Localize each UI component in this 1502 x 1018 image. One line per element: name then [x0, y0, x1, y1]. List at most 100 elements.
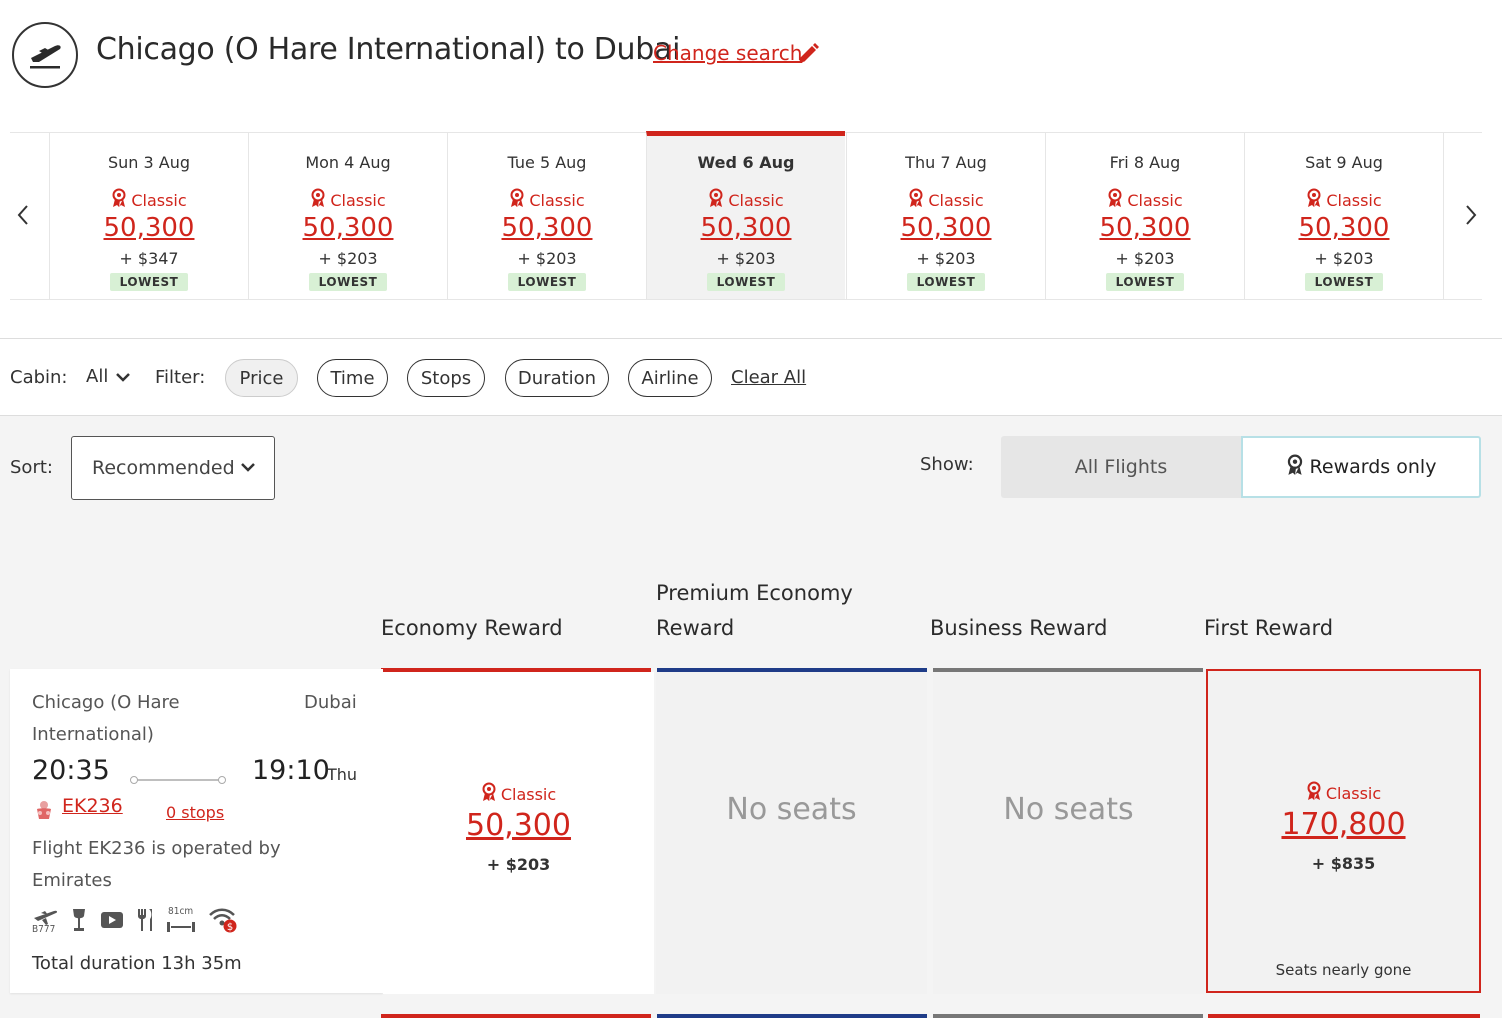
total-duration: Total duration 13h 35m [32, 953, 242, 974]
first-reward-header: First Reward [1204, 616, 1334, 640]
next-row-first-bar [1208, 1014, 1480, 1018]
first-points-price[interactable]: 170,800 [1208, 807, 1479, 842]
arrival-time: 19:10 [252, 755, 330, 786]
flight-timeline [130, 770, 226, 784]
dining-icon [136, 907, 154, 937]
date-strip-divider [1443, 133, 1444, 299]
date-label: Sat 9 Aug [1305, 153, 1383, 172]
arrival-day: Thu [327, 765, 358, 784]
economy-points-price[interactable]: 50,300 [383, 808, 654, 843]
date-option-fri-8-aug[interactable]: Fri 8 Aug Classic 50,300 + $203 LOWEST [1045, 133, 1244, 299]
lowest-badge: LOWEST [906, 273, 986, 291]
classic-award-label: Classic [1046, 188, 1244, 212]
results-area: Sort: Recommended Show: All Flights Rewa… [0, 416, 1502, 1018]
stops-link[interactable]: 0 stops [166, 803, 224, 822]
wine-glass-icon [70, 907, 88, 937]
clear-all-link[interactable]: Clear All [731, 367, 806, 388]
filter-bar: Cabin: All Filter: Price Time Stops Dura… [0, 338, 1502, 416]
cabin-value: All [86, 366, 109, 387]
classic-award-label: Classic [249, 188, 447, 212]
tax-amount: + $203 [1115, 249, 1175, 268]
seat-pitch-81cm-icon: 81cm [166, 906, 196, 936]
departing-plane-icon [12, 22, 78, 88]
chevron-left-icon [17, 205, 28, 225]
paid-wifi-icon: $ [208, 907, 238, 937]
business-reward-header: Business Reward [930, 616, 1108, 640]
lowest-badge: LOWEST [308, 273, 388, 291]
economy-tax: + $203 [486, 855, 551, 874]
flight-number-link[interactable]: EK236 [62, 795, 123, 817]
date-option-sun-3-aug[interactable]: Sun 3 Aug Classic 50,300 + $347 LOWEST [49, 133, 248, 299]
classic-award-label: Classic [383, 782, 654, 806]
lowest-badge: LOWEST [1304, 273, 1384, 291]
economy-reward-header: Economy Reward [381, 616, 563, 640]
tax-amount: + $203 [1314, 249, 1374, 268]
points-price: 50,300 [103, 213, 195, 243]
classic-award-label: Classic [1245, 188, 1443, 212]
filter-label: Filter: [155, 367, 206, 388]
cabin-label: Cabin: [10, 367, 68, 388]
tax-amount: + $203 [916, 249, 976, 268]
points-price: 50,300 [302, 213, 394, 243]
previous-dates-button[interactable] [8, 195, 38, 235]
award-ribbon-icon [310, 188, 326, 212]
date-carousel: Sun 3 Aug Classic 50,300 + $347 LOWEST M… [8, 131, 1482, 300]
show-label: Show: [920, 454, 974, 475]
pencil-icon[interactable] [796, 42, 820, 70]
filter-airline-button[interactable]: Airline [628, 359, 712, 397]
points-price: 50,300 [900, 213, 992, 243]
emirates-logo-icon [34, 799, 54, 825]
points-price: 50,300 [700, 213, 792, 243]
date-option-mon-4-aug[interactable]: Mon 4 Aug Classic 50,300 + $203 LOWEST [248, 133, 447, 299]
next-dates-button[interactable] [1456, 195, 1486, 235]
points-price: 50,300 [501, 213, 593, 243]
date-option-thu-7-aug[interactable]: Thu 7 Aug Classic 50,300 + $203 LOWEST [846, 133, 1045, 299]
first-fare-cell[interactable]: Classic 170,800 + $835 Seats nearly gone [1206, 669, 1481, 993]
date-option-sat-9-aug[interactable]: Sat 9 Aug Classic 50,300 + $203 LOWEST [1244, 133, 1443, 299]
date-label: Thu 7 Aug [905, 153, 987, 172]
chevron-right-icon [1466, 205, 1477, 225]
sort-dropdown[interactable]: Recommended [71, 436, 275, 500]
cabin-dropdown[interactable]: All [86, 366, 131, 387]
no-seats-text: No seats [1003, 792, 1134, 827]
date-option-tue-5-aug[interactable]: Tue 5 Aug Classic 50,300 + $203 LOWEST [447, 133, 646, 299]
date-label: Sun 3 Aug [107, 153, 191, 172]
award-ribbon-icon [1306, 188, 1322, 212]
filter-price-button[interactable]: Price [225, 359, 298, 397]
award-ribbon-icon [111, 188, 127, 212]
b777-aircraft-icon: B777 [32, 908, 58, 936]
all-flights-toggle[interactable]: All Flights [1001, 436, 1241, 498]
classic-award-label: Classic [847, 188, 1045, 212]
lowest-badge: LOWEST [706, 273, 786, 291]
no-seats-text: No seats [726, 792, 857, 827]
chevron-down-icon [241, 463, 255, 472]
award-ribbon-icon [1306, 781, 1322, 805]
show-toggle: All Flights Rewards only [1001, 436, 1481, 498]
chevron-down-icon [116, 372, 131, 382]
filter-duration-button[interactable]: Duration [505, 359, 609, 397]
filter-time-button[interactable]: Time [317, 359, 388, 397]
date-label: Wed 6 Aug [697, 153, 795, 172]
date-option-wed-6-aug[interactable]: Wed 6 Aug Classic 50,300 + $203 LOWEST [646, 131, 845, 299]
seats-nearly-gone-text: Seats nearly gone [1275, 961, 1412, 979]
tax-amount: + $347 [119, 249, 179, 268]
award-ribbon-icon [708, 188, 724, 212]
page-header: Chicago (O Hare International) to Dubai … [0, 0, 1502, 110]
premium-economy-fare-cell: No seats [656, 672, 927, 994]
destination-airport: Dubai [304, 692, 357, 713]
economy-fare-cell[interactable]: Classic 50,300 + $203 [383, 672, 654, 994]
change-search-link[interactable]: Change search [653, 41, 802, 65]
business-fare-cell: No seats [933, 672, 1204, 994]
filter-stops-button[interactable]: Stops [407, 359, 485, 397]
award-ribbon-icon [908, 188, 924, 212]
lowest-badge: LOWEST [507, 273, 587, 291]
rewards-only-toggle[interactable]: Rewards only [1241, 436, 1481, 498]
classic-award-label: Classic [1208, 781, 1479, 805]
svg-text:$: $ [227, 922, 233, 933]
operated-by-text: Flight EK236 is operated by Emirates [32, 838, 281, 891]
premium-economy-reward-header: Premium Economy Reward [656, 581, 853, 640]
first-tax: + $835 [1311, 854, 1376, 873]
lowest-badge: LOWEST [1105, 273, 1185, 291]
sort-value: Recommended [92, 457, 235, 479]
departure-time: 20:35 [32, 755, 110, 786]
